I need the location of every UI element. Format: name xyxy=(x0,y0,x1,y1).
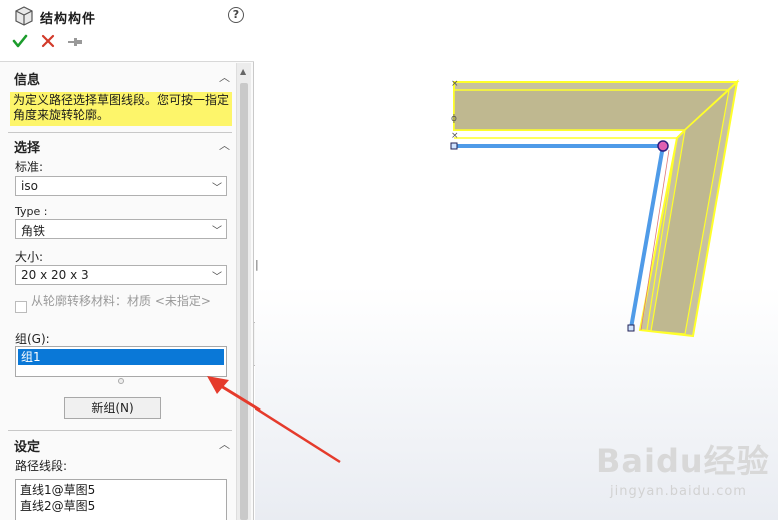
panel-scrollbar[interactable]: ▲ xyxy=(236,63,251,520)
info-message: 为定义路径选择草图线段。您可按一指定角度来旋转轮廓。 xyxy=(10,92,232,126)
selected-path[interactable] xyxy=(454,144,666,329)
transfer-material-checkbox[interactable] xyxy=(15,301,27,313)
transfer-material-checkbox-row: 从轮廓转移材料：材质 <未指定> xyxy=(15,294,225,313)
section-divider xyxy=(8,430,232,431)
annotation-arrow xyxy=(255,406,341,464)
pushpin-icon[interactable] xyxy=(67,35,83,49)
list-item[interactable]: 直线1@草图5 xyxy=(20,482,222,498)
endpoint-handle[interactable] xyxy=(450,142,458,150)
sketch-tick: × xyxy=(451,79,459,89)
resize-handle[interactable] xyxy=(118,378,124,384)
type-value: 角铁 xyxy=(21,224,46,238)
path-segments-listbox[interactable]: 直线1@草图5 直线2@草图5 xyxy=(15,479,227,520)
selection-section-title: 选择 xyxy=(14,141,41,156)
baidu-watermark: Baidu经验 jingyan.baidu.com xyxy=(596,436,776,512)
info-section-header[interactable]: 信息 ︿ xyxy=(14,69,232,88)
size-select[interactable]: 20 x 20 x 3 ﹀ xyxy=(15,265,227,285)
new-group-button[interactable]: 新组(N) xyxy=(64,397,161,419)
info-section-title: 信息 xyxy=(14,73,41,88)
standard-select[interactable]: iso ﹀ xyxy=(15,176,227,196)
collapse-icon[interactable]: ︿ xyxy=(219,137,230,153)
close-icon[interactable] xyxy=(41,34,55,48)
standard-label: 标准: xyxy=(15,160,44,174)
selection-section-header[interactable]: 选择 ︿ xyxy=(14,137,232,156)
chevron-down-icon: ﹀ xyxy=(212,226,222,237)
path-segments-label: 路径线段: xyxy=(15,459,68,473)
sketch-tick: ɸ xyxy=(451,114,457,124)
splitter-mark: | xyxy=(255,258,259,271)
watermark-logo: Baidu经验 xyxy=(596,442,770,480)
horizontal-member-face xyxy=(453,89,731,131)
scrollbar-thumb[interactable] xyxy=(240,83,248,520)
annotation-arrow-line xyxy=(220,384,261,412)
type-select[interactable]: 角铁 ﹀ xyxy=(15,219,227,239)
list-item[interactable]: 组1 xyxy=(18,349,224,365)
sketch-tick: × xyxy=(451,131,459,141)
transfer-material-label: 从轮廓转移材料：材质 <未指定> xyxy=(31,294,211,308)
annotation-arrowhead xyxy=(207,376,229,394)
annotation-arrow-tail xyxy=(207,376,261,412)
chevron-down-icon: ﹀ xyxy=(212,272,222,283)
panel-title: 结构构件 xyxy=(40,12,97,27)
cube-icon xyxy=(15,6,33,26)
collapse-icon[interactable]: ︿ xyxy=(219,69,230,85)
section-divider xyxy=(8,132,232,133)
list-item[interactable]: 直线2@草图5 xyxy=(20,498,222,514)
property-manager-panel: 结构构件 ? 信息 ︿ 为定义路径选择草图线段。您可按一指定角度来旋转轮廓。 选… xyxy=(0,0,254,520)
checkmark-icon[interactable] xyxy=(12,33,28,49)
settings-section-header[interactable]: 设定 ︿ xyxy=(14,436,232,455)
corner-point[interactable] xyxy=(657,140,669,152)
settings-section-title: 设定 xyxy=(14,440,41,455)
group-listbox[interactable]: 组1 xyxy=(15,346,227,377)
standard-value: iso xyxy=(21,179,38,193)
endpoint-handle[interactable] xyxy=(627,324,635,332)
scroll-up-icon[interactable]: ▲ xyxy=(240,67,246,76)
watermark-url: jingyan.baidu.com xyxy=(610,484,747,499)
group-label: 组(G): xyxy=(15,332,50,346)
type-label: Type : xyxy=(15,205,48,218)
panel-header: 结构构件 ? xyxy=(0,0,254,62)
chevron-down-icon: ﹀ xyxy=(212,183,222,194)
collapse-icon[interactable]: ︿ xyxy=(219,436,230,452)
help-icon[interactable]: ? xyxy=(228,7,244,23)
size-value: 20 x 20 x 3 xyxy=(21,268,89,282)
size-label: 大小: xyxy=(15,250,44,264)
